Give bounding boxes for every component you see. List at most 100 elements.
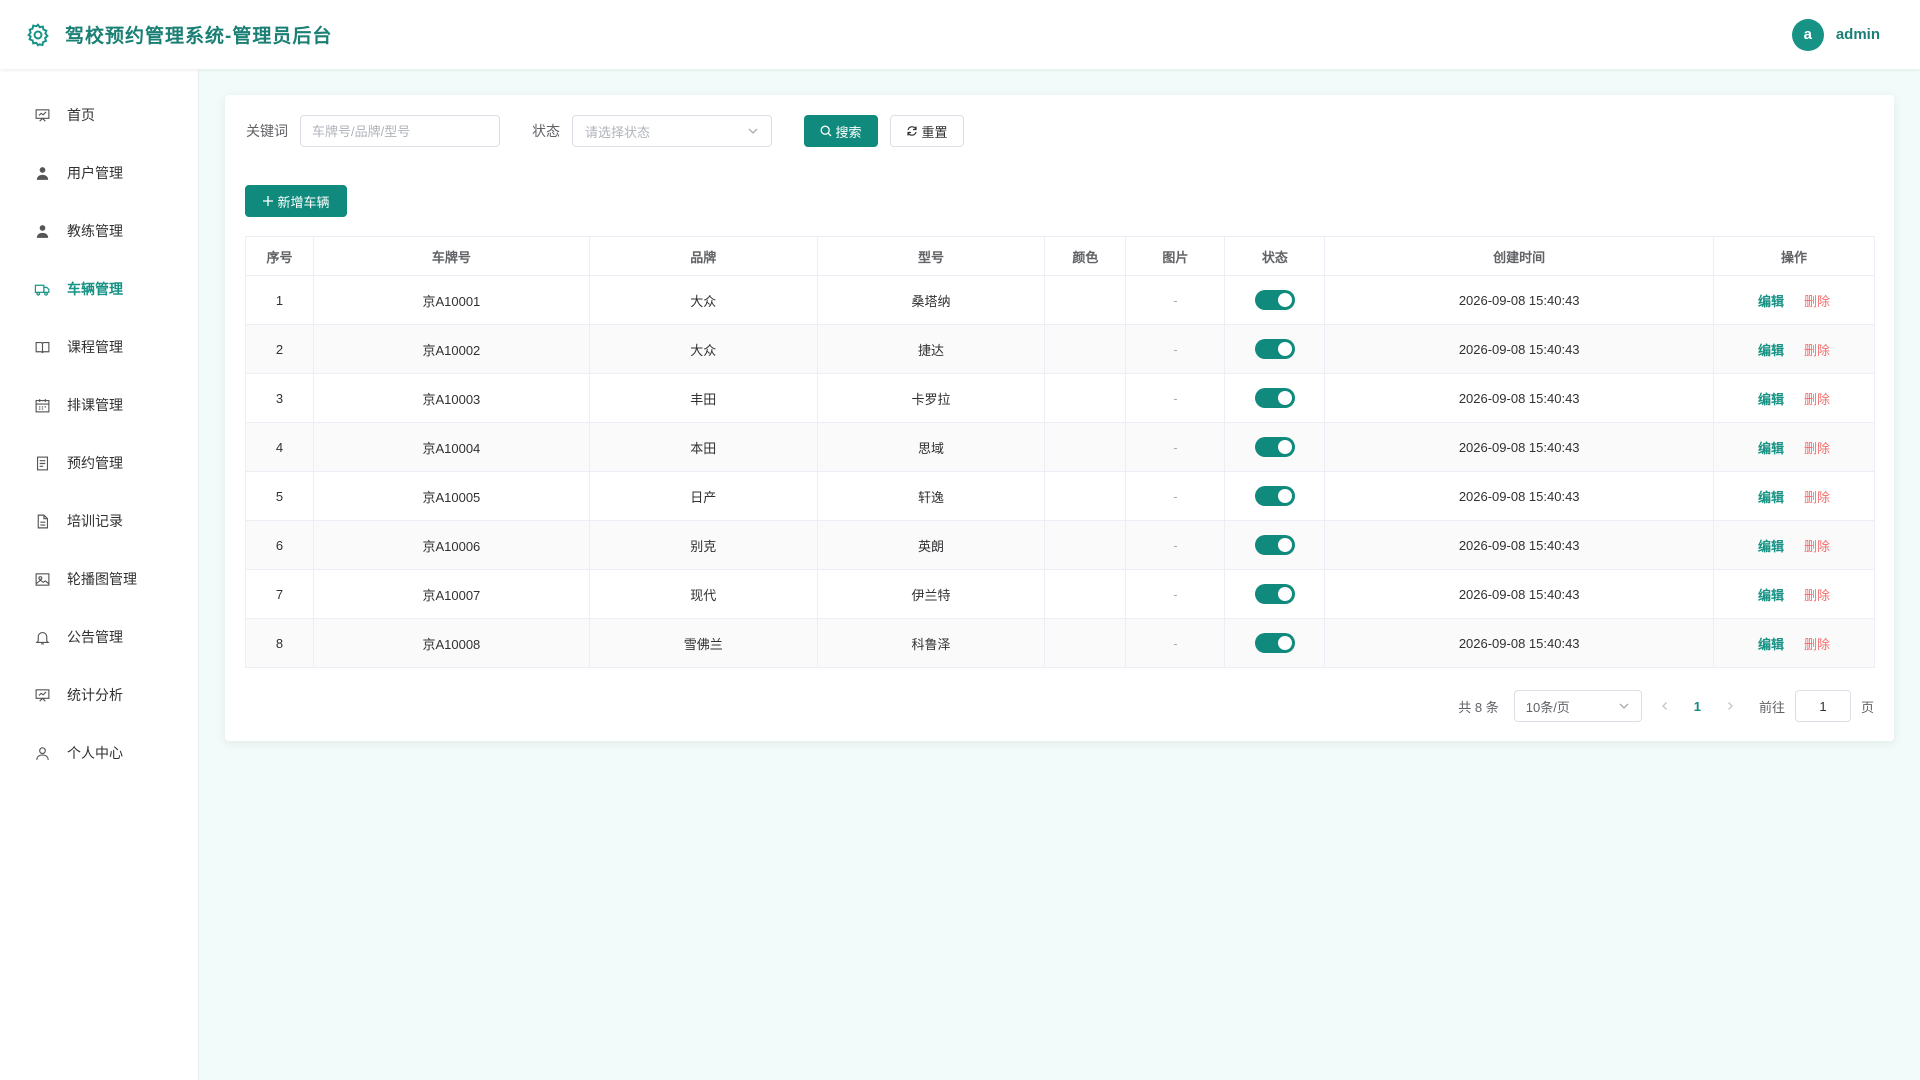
sidebar-item-courses[interactable]: 课程管理	[0, 318, 198, 376]
page-suffix: 页	[1860, 699, 1874, 715]
cell-image: -	[1125, 471, 1226, 521]
edit-button[interactable]: 编辑	[1758, 294, 1784, 309]
cell-index: 1	[245, 275, 314, 325]
column-header-actions: 操作	[1713, 236, 1875, 276]
delete-button[interactable]: 删除	[1804, 441, 1830, 456]
cell-actions: 编辑 删除	[1713, 569, 1875, 619]
chevron-down-icon	[1619, 703, 1629, 709]
chevron-down-icon	[748, 128, 758, 134]
status-select[interactable]: 请选择状态	[572, 115, 772, 147]
cell-color	[1044, 520, 1127, 570]
sidebar-item-profile[interactable]: 个人中心	[0, 724, 198, 782]
cell-created: 2026-09-08 15:40:43	[1324, 471, 1715, 521]
avatar[interactable]: a	[1791, 18, 1824, 51]
sidebar-item-label: 车辆管理	[67, 281, 123, 297]
prev-page-button[interactable]	[1660, 699, 1670, 714]
cell-color	[1044, 422, 1127, 472]
delete-button[interactable]: 删除	[1804, 637, 1830, 652]
cell-status	[1224, 373, 1326, 423]
calendar-icon	[35, 398, 50, 412]
sidebar-item-statistics[interactable]: 统计分析	[0, 666, 198, 724]
status-toggle[interactable]	[1254, 486, 1295, 506]
cell-plate: 京A10001	[312, 275, 590, 325]
sidebar-item-label: 排课管理	[67, 397, 123, 413]
cell-created: 2026-09-08 15:40:43	[1324, 569, 1715, 619]
edit-button[interactable]: 编辑	[1758, 588, 1784, 603]
cell-color	[1044, 618, 1127, 668]
cell-index: 6	[245, 520, 314, 570]
edit-button[interactable]: 编辑	[1758, 441, 1784, 456]
cell-plate: 京A10006	[312, 520, 590, 570]
sidebar-item-vehicles[interactable]: 车辆管理	[0, 260, 198, 318]
sidebar-item-training-records[interactable]: 培训记录	[0, 492, 198, 550]
edit-button[interactable]: 编辑	[1758, 392, 1784, 407]
goto-page-input[interactable]	[1794, 690, 1851, 722]
delete-button[interactable]: 删除	[1804, 392, 1830, 407]
page-number-current[interactable]: 1	[1694, 699, 1701, 714]
sidebar-item-label: 课程管理	[67, 339, 123, 355]
cell-index: 2	[245, 324, 314, 374]
edit-button[interactable]: 编辑	[1758, 343, 1784, 358]
keyword-input[interactable]	[300, 115, 500, 147]
column-header-created: 创建时间	[1324, 236, 1715, 276]
status-toggle[interactable]	[1254, 584, 1295, 604]
sidebar-item-label: 统计分析	[67, 687, 123, 703]
reset-button[interactable]: 重置	[890, 115, 964, 147]
table-row: 4 京A10004 本田 思域 - 2026-09-08 15:40:43 编辑…	[245, 422, 1875, 472]
user-menu[interactable]: a admin	[1791, 18, 1880, 51]
page-size-value: 10条/页	[1525, 699, 1570, 715]
status-toggle[interactable]	[1254, 339, 1295, 359]
cell-actions: 编辑 删除	[1713, 324, 1875, 374]
status-toggle[interactable]	[1254, 633, 1295, 653]
next-page-button[interactable]	[1725, 699, 1735, 714]
edit-button[interactable]: 编辑	[1758, 539, 1784, 554]
sidebar-item-label: 轮播图管理	[67, 571, 137, 587]
cell-plate: 京A10002	[312, 324, 590, 374]
cell-plate: 京A10005	[312, 471, 590, 521]
cell-color	[1044, 275, 1127, 325]
delete-button[interactable]: 删除	[1804, 490, 1830, 505]
chevron-right-icon	[1728, 701, 1733, 710]
sidebar-item-carousel[interactable]: 轮播图管理	[0, 550, 198, 608]
delete-button[interactable]: 删除	[1804, 539, 1830, 554]
column-header-image: 图片	[1125, 236, 1226, 276]
status-toggle[interactable]	[1254, 535, 1295, 555]
cell-brand: 雪佛兰	[588, 618, 818, 668]
status-toggle[interactable]	[1254, 437, 1295, 457]
delete-button[interactable]: 删除	[1804, 294, 1830, 309]
cell-created: 2026-09-08 15:40:43	[1324, 520, 1715, 570]
sidebar-item-coaches[interactable]: 教练管理	[0, 202, 198, 260]
sidebar: 首页 用户管理 教练管理 车辆管理 课程管理 排课管理 预约管理 培训记录 轮播…	[0, 69, 199, 1080]
table-header-row: 序号 车牌号 品牌 型号 颜色 图片 状态 创建时间 操作	[245, 236, 1875, 276]
edit-button[interactable]: 编辑	[1758, 490, 1784, 505]
sidebar-item-bookings[interactable]: 预约管理	[0, 434, 198, 492]
cell-actions: 编辑 删除	[1713, 520, 1875, 570]
status-toggle[interactable]	[1254, 388, 1295, 408]
cell-plate: 京A10007	[312, 569, 590, 619]
status-toggle[interactable]	[1254, 290, 1295, 310]
sidebar-item-users[interactable]: 用户管理	[0, 144, 198, 202]
username[interactable]: admin	[1836, 26, 1880, 43]
cell-index: 8	[245, 618, 314, 668]
search-button-label: 搜索	[835, 124, 862, 140]
cell-model: 伊兰特	[816, 569, 1046, 619]
page-size-select[interactable]: 10条/页	[1513, 690, 1642, 722]
cell-brand: 别克	[588, 520, 818, 570]
plus-icon	[263, 196, 274, 206]
cell-image: -	[1125, 569, 1226, 619]
sidebar-item-home[interactable]: 首页	[0, 86, 198, 144]
cell-brand: 日产	[588, 471, 818, 521]
cell-color	[1044, 373, 1127, 423]
book-icon	[35, 341, 50, 353]
cell-model: 科鲁泽	[816, 618, 1046, 668]
search-button[interactable]: 搜索	[804, 115, 878, 147]
delete-button[interactable]: 删除	[1804, 588, 1830, 603]
sidebar-item-label: 预约管理	[67, 455, 123, 471]
cell-color	[1044, 324, 1127, 374]
delete-button[interactable]: 删除	[1804, 343, 1830, 358]
cell-model: 英朗	[816, 520, 1046, 570]
add-vehicle-button[interactable]: 新增车辆	[245, 185, 347, 217]
sidebar-item-announcements[interactable]: 公告管理	[0, 608, 198, 666]
edit-button[interactable]: 编辑	[1758, 637, 1784, 652]
sidebar-item-schedule[interactable]: 排课管理	[0, 376, 198, 434]
